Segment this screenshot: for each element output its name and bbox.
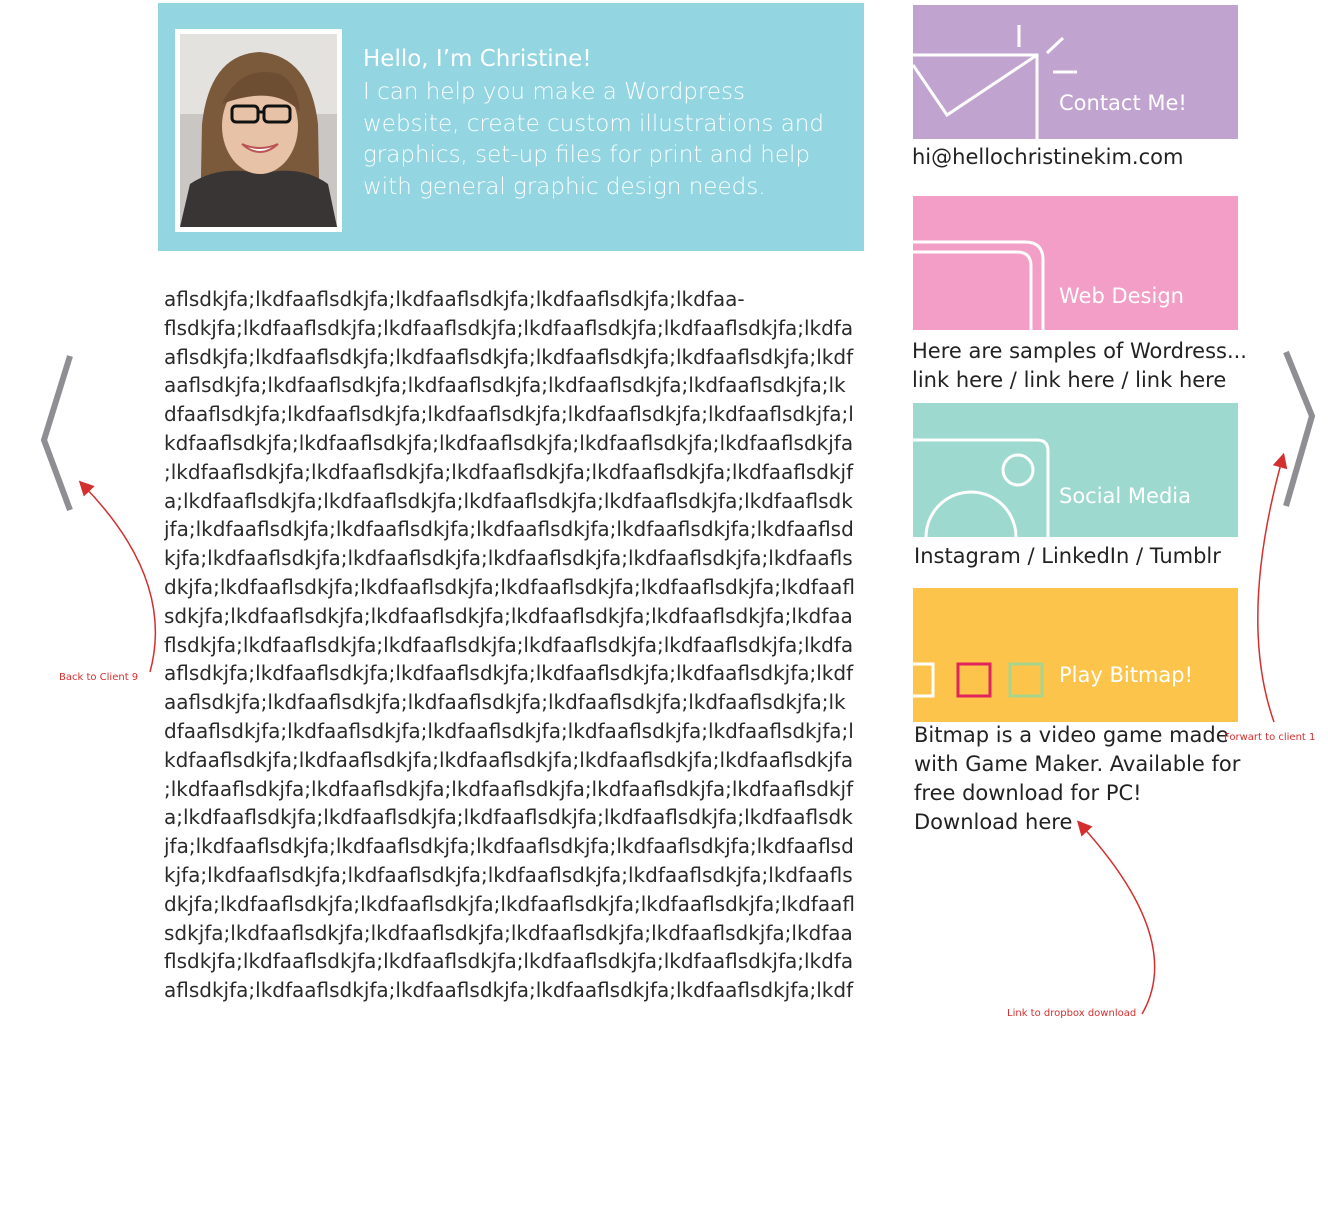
pixel-squares-icon bbox=[913, 662, 1044, 698]
annotation-back: Back to Client 9 bbox=[59, 672, 139, 683]
annotation-download: Link to dropbox download bbox=[1007, 1008, 1137, 1019]
intro-heading: Hello, I’m Christine! bbox=[363, 46, 592, 72]
description-line: aaflsdkjfa;lkdfaaflsdkjfa;lkdfaaflsdkjfa… bbox=[164, 373, 846, 398]
annotation-forward: Forwart to client 1 bbox=[1224, 732, 1316, 743]
browser-window-icon bbox=[913, 240, 1045, 330]
description-line: flsdkjfa;lkdfaaflsdkjfa;lkdfaaflsdkjfa;l… bbox=[164, 632, 854, 657]
description-line: flsdkjfa;lkdfaaflsdkjfa;lkdfaaflsdkjfa;l… bbox=[164, 315, 854, 340]
description-line: kdfaaflsdkjfa;lkdfaaflsdkjfa;lkdfaaflsdk… bbox=[164, 747, 854, 772]
description-line: kdfaaflsdkjfa;lkdfaaflsdkjfa;lkdfaaflsdk… bbox=[164, 430, 854, 455]
description-line: kjfa;lkdfaaflsdkjfa;lkdfaaflsdkjfa;lkdfa… bbox=[164, 546, 853, 571]
web-design-description: Here are samples of Wordress... bbox=[912, 339, 1247, 363]
chevron-right-icon[interactable] bbox=[1280, 348, 1320, 510]
description-line: a;lkdfaaflsdkjfa;lkdfaaflsdkjfa;lkdfaafl… bbox=[164, 488, 853, 513]
intro-description: I can help you make a Wordpress website,… bbox=[363, 79, 824, 200]
bitmap-description-line-1: Bitmap is a video game made bbox=[914, 723, 1229, 747]
description-line: ;lkdfaaflsdkjfa;lkdfaaflsdkjfa;lkdfaafls… bbox=[164, 776, 854, 801]
description-line: aflsdkjfa;lkdfaaflsdkjfa;lkdfaaflsdkjfa;… bbox=[164, 344, 854, 369]
contact-label: Contact Me! bbox=[1059, 91, 1187, 115]
social-media-label: Social Media bbox=[1059, 484, 1192, 508]
web-design-label: Web Design bbox=[1059, 284, 1184, 308]
web-design-links[interactable]: link here / link here / link here bbox=[912, 366, 1226, 395]
envelope-icon bbox=[913, 25, 1077, 139]
bitmap-description-line-2: with Game Maker. Available for bbox=[914, 752, 1241, 776]
bitmap-game-tile[interactable]: Play Bitmap! bbox=[913, 588, 1238, 722]
social-media-tile[interactable]: Social Media bbox=[913, 403, 1238, 537]
bitmap-download-link[interactable]: Download here bbox=[914, 808, 1072, 837]
description-line: flsdkjfa;lkdfaaflsdkjfa;lkdfaaflsdkjfa;l… bbox=[164, 949, 854, 974]
description-line: dkjfa;lkdfaaflsdkjfa;lkdfaaflsdkjfa;lkdf… bbox=[164, 891, 855, 916]
description-line: dkjfa;lkdfaaflsdkjfa;lkdfaaflsdkjfa;lkdf… bbox=[164, 574, 855, 599]
description-line: dfaaflsdkjfa;lkdfaaflsdkjfa;lkdfaaflsdkj… bbox=[164, 718, 854, 743]
description-line: aaflsdkjfa;lkdfaaflsdkjfa;lkdfaaflsdkjfa… bbox=[164, 690, 846, 715]
bitmap-label: Play Bitmap! bbox=[1059, 663, 1194, 687]
description-line: jfa;lkdfaaflsdkjfa;lkdfaaflsdkjfa;lkdfaa… bbox=[164, 517, 854, 542]
project-description: aflsdkjfa;lkdfaaflsdkjfa;lkdfaaflsdkjfa;… bbox=[164, 285, 864, 1005]
description-line: kjfa;lkdfaaflsdkjfa;lkdfaaflsdkjfa;lkdfa… bbox=[164, 862, 853, 887]
chevron-left-icon[interactable] bbox=[36, 352, 76, 514]
contact-tile[interactable]: Contact Me! bbox=[913, 5, 1238, 139]
profile-photo bbox=[180, 34, 337, 227]
description-line: jfa;lkdfaaflsdkjfa;lkdfaaflsdkjfa;lkdfaa… bbox=[164, 834, 854, 859]
description-line: ;lkdfaaflsdkjfa;lkdfaaflsdkjfa;lkdfaafls… bbox=[164, 459, 854, 484]
social-media-links[interactable]: Instagram / LinkedIn / Tumblr bbox=[914, 542, 1221, 571]
web-design-tile[interactable]: Web Design bbox=[913, 196, 1238, 330]
description-line: sdkjfa;lkdfaaflsdkjfa;lkdfaaflsdkjfa;lkd… bbox=[164, 603, 853, 628]
description-line: aflsdkjfa;lkdfaaflsdkjfa;lkdfaaflsdkjfa;… bbox=[164, 287, 745, 311]
description-line: a;lkdfaaflsdkjfa;lkdfaaflsdkjfa;lkdfaafl… bbox=[164, 805, 853, 830]
description-line: aflsdkjfa;lkdfaaflsdkjfa;lkdfaaflsdkjfa;… bbox=[164, 661, 854, 686]
camera-icon bbox=[913, 438, 1050, 537]
description-line: aflsdkjfa;lkdfaaflsdkjfa;lkdfaaflsdkjfa;… bbox=[164, 978, 854, 1003]
description-line: dfaaflsdkjfa;lkdfaaflsdkjfa;lkdfaaflsdkj… bbox=[164, 402, 854, 427]
contact-email-link[interactable]: hi@hellochristinekim.com bbox=[912, 143, 1183, 172]
bitmap-description-line-3: free download for PC! bbox=[914, 781, 1142, 805]
description-line: sdkjfa;lkdfaaflsdkjfa;lkdfaaflsdkjfa;lkd… bbox=[164, 920, 853, 945]
